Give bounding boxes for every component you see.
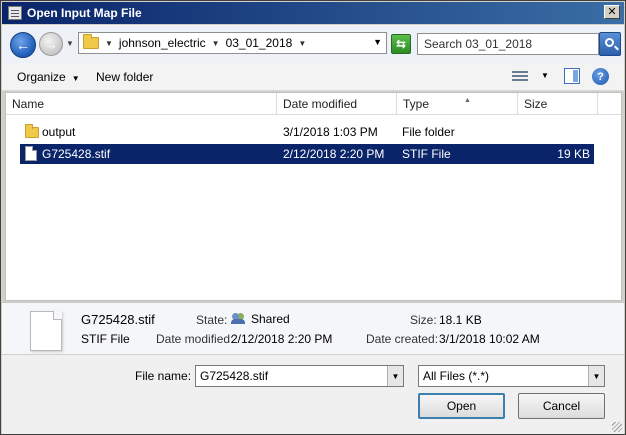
title-bar[interactable]: Open Input Map File ✕ [2,2,624,24]
breadcrumb-03-01-2018[interactable]: 03_01_2018 [226,36,293,50]
forward-button[interactable]: → [39,32,63,56]
details-state: Shared [231,311,290,326]
search-input[interactable]: Search 03_01_2018 [417,33,599,55]
file-thumbnail-icon [30,311,62,351]
help-icon[interactable]: ? [592,68,609,85]
breadcrumb-johnson-electric[interactable]: johnson_electric [119,36,206,50]
file-name: output [42,125,76,139]
column-header-name[interactable]: Name [6,93,277,115]
file-name-label: File name: [135,369,192,383]
crumb-separator-icon[interactable]: ▼ [105,39,113,48]
file-type: File folder [402,125,455,139]
crumb-separator-icon[interactable]: ▼ [212,39,220,48]
search-placeholder: Search 03_01_2018 [424,37,533,51]
address-bar[interactable]: ▼ johnson_electric ▼ 03_01_2018 ▼ ▼ [78,32,387,54]
file-date: 2/12/2018 2:20 PM [283,147,385,161]
address-row: ← → ▼ ▼ johnson_electric ▼ 03_01_2018 ▼ … [2,25,624,63]
arrow-left-icon: ← [16,37,30,53]
file-date: 3/1/2018 1:03 PM [283,125,378,139]
file-type: STIF File [402,147,451,161]
file-name: G725428.stif [42,147,111,161]
crumb-separator-icon[interactable]: ▼ [298,39,306,48]
file-type-select[interactable]: All Files (*.*) ▼ [418,365,605,387]
details-modified-value: 2/12/2018 2:20 PM [231,332,333,346]
address-dropdown-icon[interactable]: ▼ [373,37,382,47]
file-type-value: All Files (*.*) [423,369,490,383]
column-header-row: Name Date modified Type ▲ Size [6,93,621,115]
details-file-type: STIF File [81,332,130,346]
window-icon [8,6,22,20]
back-button[interactable]: ← [10,32,36,58]
details-state-value: Shared [251,312,290,326]
details-modified-label: Date modified: [156,332,234,346]
view-list-icon[interactable] [512,69,528,83]
new-folder-button[interactable]: New folder [96,70,153,84]
details-size-value: 18.1 KB [439,313,482,327]
details-file-name: G725428.stif [81,312,155,327]
shared-users-icon [231,311,247,325]
list-item[interactable]: output 3/1/2018 1:03 PM File folder [20,122,594,142]
resize-grip-icon[interactable] [612,422,622,432]
file-name-input[interactable]: G725428.stif ▼ [195,365,404,387]
organize-label: Organize [17,70,66,84]
view-options-chevron-icon[interactable]: ▼ [541,71,549,80]
sort-ascending-icon: ▲ [464,97,471,104]
file-name-value: G725428.stif [200,369,269,383]
details-created-label: Date created: [366,332,439,346]
refresh-button[interactable]: ⇆ [391,34,411,54]
recent-pages-chevron-icon[interactable]: ▼ [66,39,74,48]
list-item-selected[interactable]: G725428.stif 2/12/2018 2:20 PM STIF File… [20,144,594,164]
folder-icon [83,34,99,49]
file-list[interactable]: Name Date modified Type ▲ Size output 3/… [5,92,622,301]
cancel-button[interactable]: Cancel [518,393,605,419]
folder-icon [25,124,39,138]
organize-button[interactable]: Organize ▼ [17,70,80,84]
close-button[interactable]: ✕ [604,5,620,19]
open-file-dialog: Open Input Map File ✕ ← → ▼ ▼ johnson_el… [0,0,626,435]
details-state-label: State: [196,313,228,327]
open-button[interactable]: Open [418,393,505,419]
search-button[interactable] [599,32,621,56]
refresh-icon: ⇆ [395,37,407,51]
search-icon [604,37,614,47]
column-header-type[interactable]: Type [397,93,518,115]
file-icon [25,146,37,161]
preview-pane-icon[interactable] [564,68,580,84]
chevron-down-icon[interactable]: ▼ [387,366,403,386]
arrow-right-icon: → [44,36,58,52]
chevron-down-icon: ▼ [71,74,80,83]
command-toolbar: Organize ▼ New folder ▼ ? [2,63,624,91]
details-created-value: 3/1/2018 10:02 AM [439,332,540,346]
details-size-label: Size: [410,313,437,327]
window-title: Open Input Map File [27,6,142,20]
column-header-size[interactable]: Size [518,93,598,115]
file-size: 19 KB [557,147,590,161]
column-header-date[interactable]: Date modified [277,93,397,115]
dialog-footer: File name: G725428.stif ▼ All Files (*.*… [2,355,624,434]
chevron-down-icon[interactable]: ▼ [588,366,604,386]
details-pane: G725428.stif STIF File State: Shared Dat… [2,302,624,354]
